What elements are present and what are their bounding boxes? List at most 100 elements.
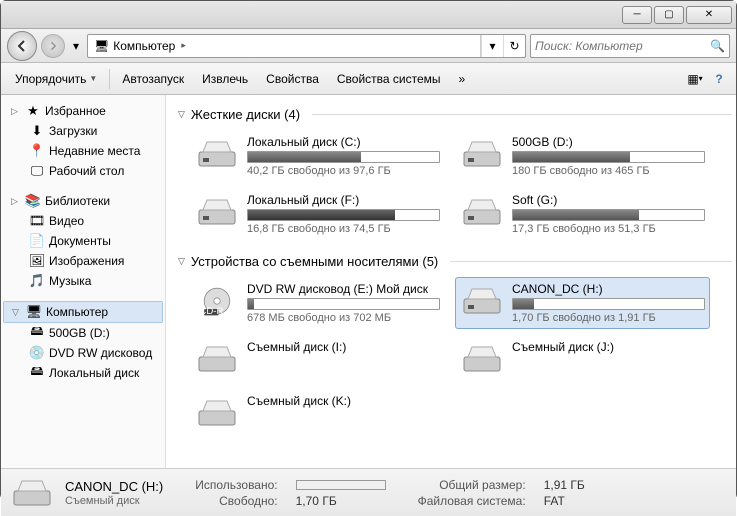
sidebar-item-label: 500GB (D:) (49, 326, 110, 340)
drive-item[interactable]: Съемный диск (J:) (455, 335, 710, 383)
item-icon: 🖴 (29, 365, 45, 381)
free-value: 1,70 ГБ (296, 494, 386, 508)
favorites-group[interactable]: ▷★Избранное (1, 101, 165, 121)
details-pane: CANON_DC (H:) Съемный диск Использовано:… (1, 468, 736, 516)
properties-button[interactable]: Свойства (258, 68, 327, 90)
status-title: CANON_DC (H:) (65, 479, 163, 494)
search-input[interactable] (535, 39, 710, 53)
content-pane[interactable]: ▽ Жесткие диски (4) Локальный диск (C:)4… (166, 95, 736, 468)
library-icon: 📚 (25, 193, 41, 209)
item-icon: 💿 (29, 345, 45, 361)
drive-name: DVD RW дисковод (E:) Мой диск (247, 282, 440, 296)
star-icon: ★ (25, 103, 41, 119)
title-bar: ─ ▢ ✕ (1, 1, 736, 29)
drive-item[interactable]: CANON_DC (H:) 1,70 ГБ свободно из 1,91 ГБ (455, 277, 710, 329)
item-icon: 🖵 (29, 163, 45, 179)
back-button[interactable] (7, 31, 37, 61)
maximize-button[interactable]: ▢ (654, 6, 684, 24)
sidebar-item[interactable]: 📍 Недавние места (1, 141, 165, 161)
drive-icon (195, 340, 239, 378)
drive-icon (195, 193, 239, 231)
item-icon: 📄 (29, 233, 45, 249)
eject-button[interactable]: Извлечь (194, 68, 256, 90)
hdd-section-header[interactable]: ▽ Жесткие диски (4) (178, 107, 732, 122)
search-icon: 🔍 (710, 39, 725, 53)
forward-button[interactable] (41, 34, 65, 58)
sidebar-item[interactable]: 🎞Видео (1, 211, 165, 231)
drive-item[interactable]: Локальный диск (C:)40,2 ГБ свободно из 9… (190, 130, 445, 182)
total-label: Общий размер: (418, 478, 526, 492)
sidebar-item[interactable]: 🖵Рабочий стол (1, 161, 165, 181)
help-button[interactable]: ? (708, 68, 730, 90)
usage-bar (247, 298, 440, 310)
usage-bar (512, 151, 705, 163)
total-value: 1,91 ГБ (544, 478, 585, 492)
used-label: Использовано: (195, 478, 277, 492)
usage-bar (512, 298, 705, 310)
sidebar-item-label: Видео (49, 214, 84, 228)
usage-bar (247, 209, 440, 221)
drive-icon (195, 394, 239, 432)
item-icon: 🎵 (29, 273, 45, 289)
sidebar-item[interactable]: 🖴 500GB (D:) (1, 323, 165, 343)
search-box[interactable]: 🔍 (530, 34, 730, 58)
drive-name: Локальный диск (C:) (247, 135, 440, 149)
drive-item[interactable]: Soft (G:) 17,3 ГБ свободно из 51,3 ГБ (455, 188, 710, 240)
drive-name: Soft (G:) (512, 193, 705, 207)
item-icon: 🖴 (29, 325, 45, 341)
sidebar-item[interactable]: 💿DVD RW дисковод (1, 343, 165, 363)
computer-icon: 🖥 (94, 39, 109, 53)
sidebar-item-label: Недавние места (49, 144, 140, 158)
drive-item[interactable]: Съемный диск (I:) (190, 335, 445, 383)
item-icon: 📍 (29, 143, 45, 159)
sidebar-item-label: Изображения (49, 254, 124, 268)
filesystem-value: FAT (544, 494, 585, 508)
usage-bar (247, 151, 440, 163)
drive-name: Съемный диск (J:) (512, 340, 705, 354)
drive-name: 500GB (D:) (512, 135, 705, 149)
minimize-button[interactable]: ─ (622, 6, 652, 24)
organize-button[interactable]: Упорядочить▼ (7, 68, 105, 90)
drive-icon (460, 135, 504, 173)
address-bar[interactable]: 🖥 Компьютер ▸ ▾ ↻ (87, 34, 526, 58)
sidebar-item-label: Локальный диск (49, 366, 139, 380)
sidebar-item[interactable]: ⬇Загрузки (1, 121, 165, 141)
close-button[interactable]: ✕ (686, 6, 732, 24)
chevron-right-icon: ▸ (179, 40, 188, 51)
address-dropdown[interactable]: ▾ (481, 35, 503, 57)
drive-icon (460, 340, 504, 378)
svg-text:CD-R: CD-R (199, 306, 223, 317)
drive-icon: CD-R (195, 282, 239, 320)
navigation-pane[interactable]: ▷★Избранное ⬇Загрузки 📍 Недавние места 🖵Раб… (1, 95, 166, 468)
drive-item[interactable]: CD-RDVD RW дисковод (E:) Мой диск678 МБ … (190, 277, 445, 329)
sidebar-item[interactable]: 📄Документы (1, 231, 165, 251)
drive-name: Съемный диск (I:) (247, 340, 440, 354)
collapse-icon: ▽ (178, 109, 185, 120)
drive-item[interactable]: Съемный диск (K:) (190, 389, 445, 437)
address-segment-computer[interactable]: 🖥 Компьютер ▸ (88, 35, 194, 57)
computer-group[interactable]: ▽🖥Компьютер (3, 301, 163, 323)
drive-icon (460, 282, 504, 320)
sidebar-item[interactable]: 🖼Изображения (1, 251, 165, 271)
drive-icon (460, 193, 504, 231)
drive-item[interactable]: 500GB (D:)180 ГБ свободно из 465 ГБ (455, 130, 710, 182)
sidebar-item[interactable]: 🎵 Музыка (1, 271, 165, 291)
drive-free-text: 1,70 ГБ свободно из 1,91 ГБ (512, 312, 705, 324)
drive-icon (11, 475, 53, 511)
toolbar-overflow[interactable]: » (451, 68, 474, 90)
drive-free-text: 17,3 ГБ свободно из 51,3 ГБ (512, 223, 705, 235)
history-dropdown[interactable]: ▾ (69, 36, 83, 56)
drive-name: Съемный диск (K:) (247, 394, 440, 408)
drive-name: CANON_DC (H:) (512, 282, 705, 296)
free-label: Свободно: (195, 494, 277, 508)
sidebar-item-label: Музыка (49, 274, 91, 288)
autoplay-button[interactable]: Автозапуск (114, 68, 192, 90)
sidebar-item[interactable]: 🖴 Локальный диск (1, 363, 165, 383)
refresh-button[interactable]: ↻ (503, 35, 525, 57)
libraries-group[interactable]: ▷📚Библиотеки (1, 191, 165, 211)
status-subtitle: Съемный диск (65, 495, 163, 507)
removable-section-header[interactable]: ▽ Устройства со съемными носителями (5) (178, 254, 732, 269)
drive-item[interactable]: Локальный диск (F:)16,8 ГБ свободно из 7… (190, 188, 445, 240)
system-properties-button[interactable]: Свойства системы (329, 68, 449, 90)
view-button[interactable]: ▦▾ (684, 68, 706, 90)
